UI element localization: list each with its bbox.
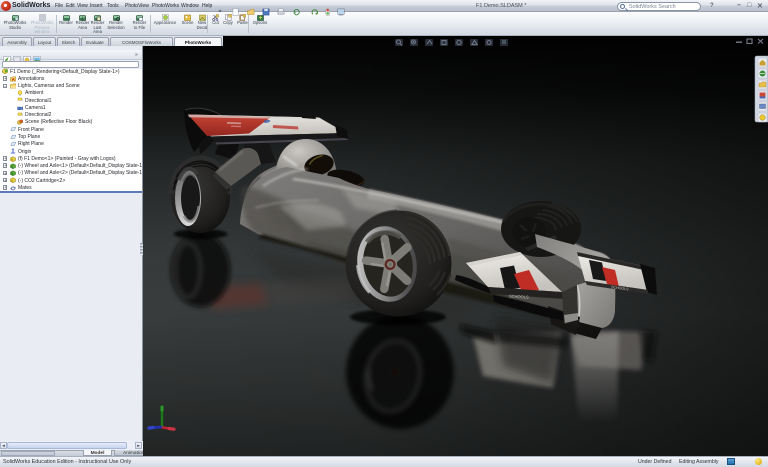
svg-text:SCHOOLS: SCHOOLS bbox=[509, 294, 529, 300]
